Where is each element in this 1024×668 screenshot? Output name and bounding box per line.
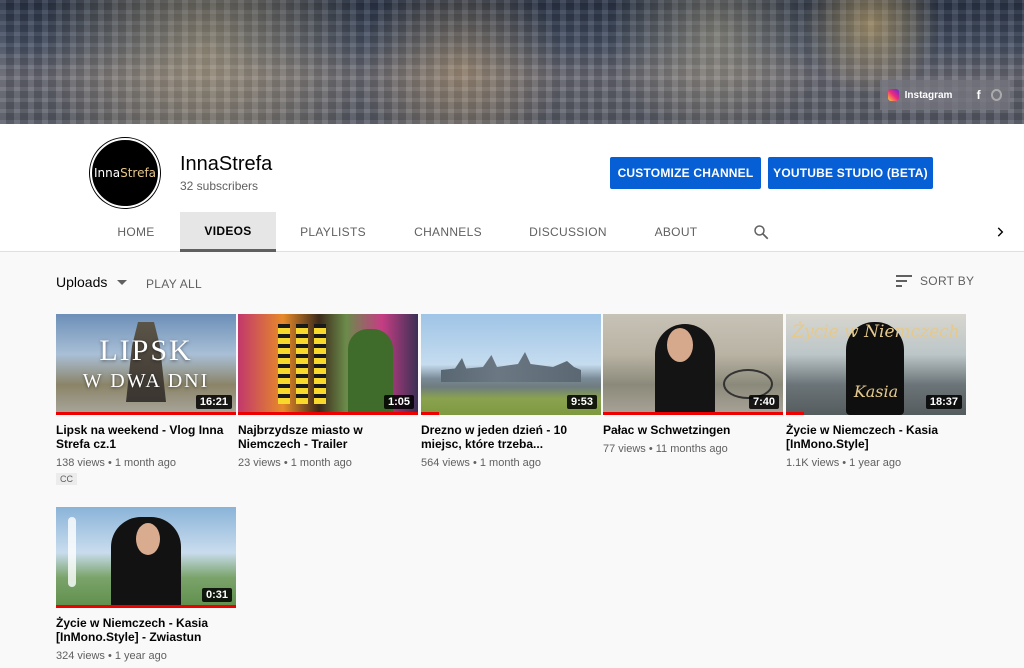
video-duration: 9:53 [566,395,597,409]
avatar-text-2: Strefa [120,166,157,180]
banner-lights [0,0,1024,124]
google-icon[interactable] [990,89,1002,101]
instagram-link[interactable]: Instagram [905,90,953,101]
watch-progress-bar [56,605,236,608]
avatar[interactable]: Inna Strefa [90,138,160,208]
uploads-dropdown[interactable]: Uploads [56,274,128,290]
channel-name: InnaStrefa [180,153,273,175]
watch-progress-bar [786,412,804,415]
sort-icon [896,275,912,287]
video-title[interactable]: Lipsk na weekend - Vlog Inna Strefa cz.1 [56,423,231,451]
video-title[interactable]: Życie w Niemczech - Kasia [InMono.Style]… [56,616,231,644]
video-thumbnail[interactable]: 1:05 [238,314,418,415]
video-card[interactable]: LIPSK W DWA DNI 16:21 Lipsk na weekend -… [56,314,236,487]
thumbnail-decoration [296,324,308,404]
uploads-label: Uploads [56,274,108,290]
video-card[interactable]: 7:40 Pałac w Schwetzingen 77 views • 11 … [603,314,783,455]
tab-home[interactable]: HOME [96,212,176,252]
video-meta: 77 views • 11 months ago [603,443,728,455]
video-duration: 18:37 [925,395,962,409]
thumbnail-title-text: Życie w Niemczech [792,322,960,342]
watch-progress-bar [238,412,418,415]
video-card[interactable]: 0:31 Życie w Niemczech - Kasia [InMono.S… [56,507,236,662]
video-title[interactable]: Drezno w jeden dzień - 10 miejsc, które … [421,423,596,451]
thumbnail-subtitle-text: W DWA DNI [82,370,210,392]
videos-toolbar: Uploads PLAY ALL SORT BY [0,252,1024,312]
thumbnail-face [136,523,160,555]
video-card[interactable]: 9:53 Drezno w jeden dzień - 10 miejsc, k… [421,314,601,469]
video-card[interactable]: 1:05 Najbrzydsze miasto w Niemczech - Tr… [238,314,418,469]
tab-playlists[interactable]: PLAYLISTS [288,212,378,252]
tab-discussion[interactable]: DISCUSSION [516,212,620,252]
video-thumbnail[interactable]: 9:53 [421,314,601,415]
avatar-text-1: Inna [93,166,121,180]
channel-header: Inna Strefa InnaStrefa 32 subscribers CUS… [0,124,1024,252]
youtube-studio-button[interactable]: YOUTUBE STUDIO (BETA) [768,157,933,189]
video-thumbnail[interactable]: 7:40 [603,314,783,415]
video-card[interactable]: Życie w Niemczech Kasia 18:37 Życie w Ni… [786,314,966,469]
video-duration: 0:31 [201,588,232,602]
video-meta: 564 views • 1 month ago [421,457,542,469]
tab-videos[interactable]: VIDEOS [180,212,276,252]
channel-banner: Instagram f [0,0,1024,124]
play-all-button[interactable]: PLAY ALL [146,277,202,291]
social-links: Instagram f [880,80,1010,110]
search-icon[interactable] [752,223,770,241]
caret-down-icon [117,279,128,285]
cc-badge: CC [56,473,77,485]
instagram-icon[interactable] [888,89,899,101]
watch-progress-bar [56,412,236,415]
watch-progress-bar [421,412,439,415]
video-meta: 324 views • 1 year ago [56,650,167,662]
watch-progress-bar [603,412,783,415]
subscriber-count: 32 subscribers [180,179,259,193]
video-thumbnail[interactable]: Życie w Niemczech Kasia 18:37 [786,314,966,415]
video-duration: 1:05 [383,395,414,409]
channel-tabs: HOME VIDEOS PLAYLISTS CHANNELS DISCUSSIO… [0,212,1024,252]
tab-channels[interactable]: CHANNELS [400,212,496,252]
video-title[interactable]: Pałac w Schwetzingen [603,423,778,437]
thumbnail-fountain [68,517,76,587]
thumbnail-face [667,328,693,362]
thumbnail-decoration [278,324,290,404]
thumbnail-skyline [441,352,581,382]
facebook-icon[interactable]: f [972,88,984,102]
tab-about[interactable]: ABOUT [640,212,712,252]
video-title[interactable]: Najbrzydsze miasto w Niemczech - Trailer [238,423,413,451]
video-duration: 7:40 [748,395,779,409]
video-thumbnail[interactable]: 0:31 [56,507,236,608]
thumbnail-title-text: LIPSK [99,334,193,367]
thumbnail-decoration [314,324,326,404]
video-title[interactable]: Życie w Niemczech - Kasia [InMono.Style] [786,423,961,451]
customize-channel-button[interactable]: CUSTOMIZE CHANNEL [610,157,761,189]
chevron-right-icon[interactable] [993,224,1007,240]
video-meta: 23 views • 1 month ago [238,457,352,469]
sort-by-button[interactable]: SORT BY [896,274,974,288]
sort-by-label: SORT BY [920,274,975,288]
video-duration: 16:21 [195,395,232,409]
video-meta: 138 views • 1 month ago [56,457,177,469]
video-thumbnail[interactable]: LIPSK W DWA DNI 16:21 [56,314,236,415]
video-meta: 1.1K views • 1 year ago [786,457,902,469]
